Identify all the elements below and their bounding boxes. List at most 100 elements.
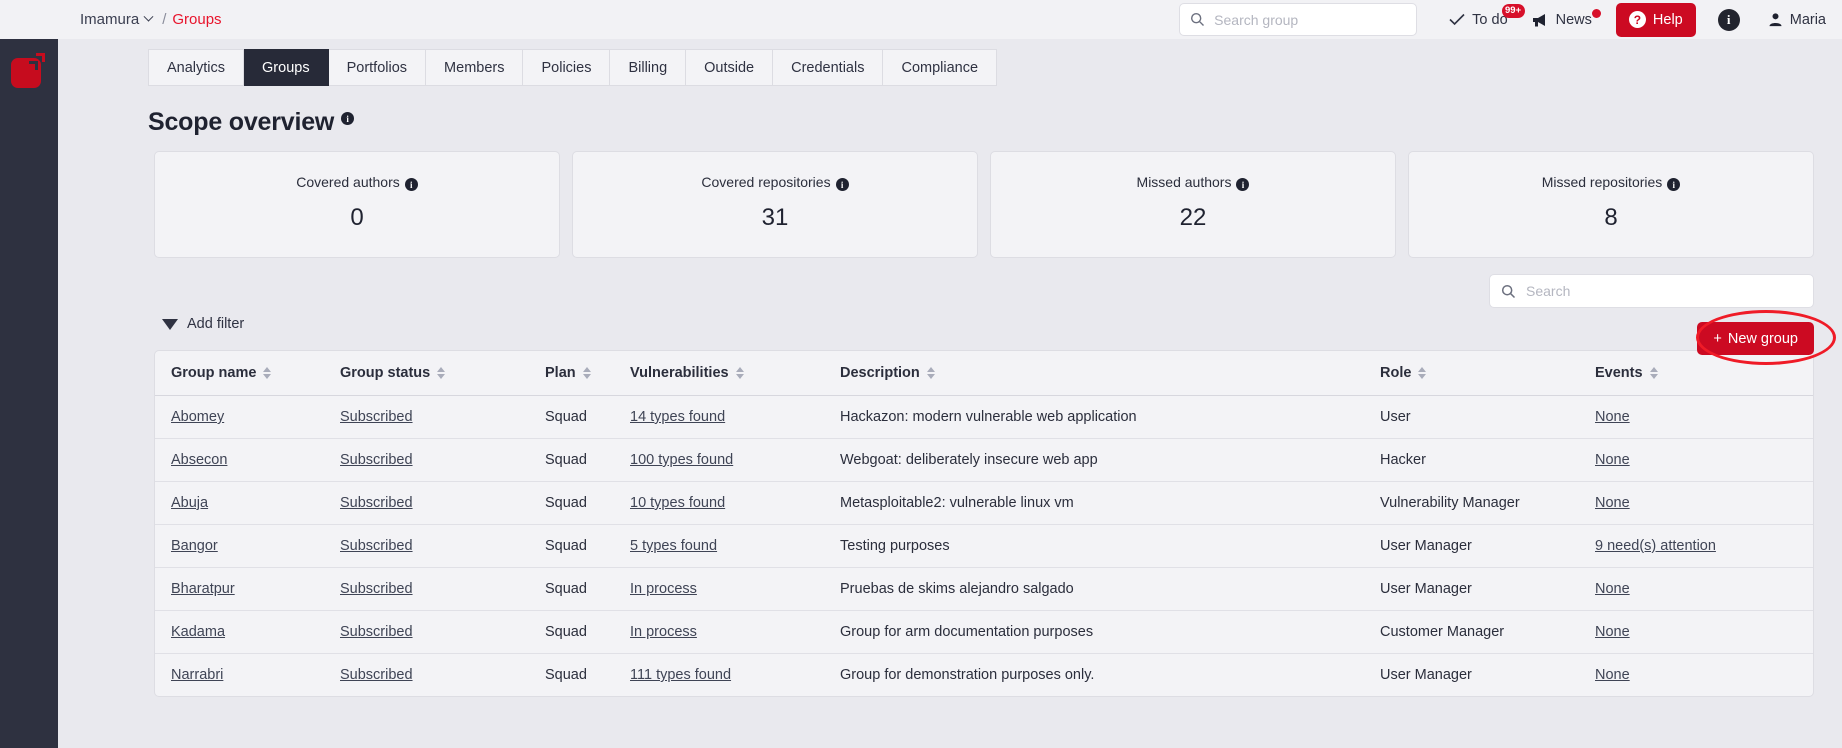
- cell-group-status: Subscribed: [340, 654, 545, 697]
- info-icon[interactable]: i: [836, 178, 849, 191]
- group-name-link[interactable]: Narrabri: [171, 667, 223, 683]
- vulnerabilities-link[interactable]: 10 types found: [630, 495, 725, 511]
- col-header-vulnerabilities[interactable]: Vulnerabilities: [630, 351, 840, 396]
- page-title: Scope overview: [148, 108, 334, 137]
- logo-corner-outer-icon: [36, 53, 45, 62]
- vulnerabilities-link[interactable]: 5 types found: [630, 538, 717, 554]
- cell-role: User: [1380, 396, 1595, 439]
- group-status-link[interactable]: Subscribed: [340, 581, 413, 597]
- card-label: Missed repositories: [1542, 174, 1663, 190]
- vulnerabilities-link[interactable]: 14 types found: [630, 409, 725, 425]
- group-status-link[interactable]: Subscribed: [340, 624, 413, 640]
- search-icon: [1501, 284, 1516, 299]
- chevron-down-icon: [144, 12, 154, 22]
- events-link[interactable]: None: [1595, 667, 1630, 683]
- group-name-link[interactable]: Abuja: [171, 495, 208, 511]
- group-name-link[interactable]: Kadama: [171, 624, 225, 640]
- tab-credentials[interactable]: Credentials: [773, 49, 883, 86]
- tab-policies[interactable]: Policies: [523, 49, 610, 86]
- group-status-link[interactable]: Subscribed: [340, 409, 413, 425]
- help-button[interactable]: ? Help: [1616, 3, 1696, 37]
- col-header-role[interactable]: Role: [1380, 351, 1595, 396]
- todo-button[interactable]: To do 99+: [1449, 12, 1507, 28]
- vulnerabilities-link[interactable]: 100 types found: [630, 452, 733, 468]
- tab-compliance[interactable]: Compliance: [883, 49, 997, 86]
- group-status-link[interactable]: Subscribed: [340, 495, 413, 511]
- events-link[interactable]: None: [1595, 409, 1630, 425]
- col-header-description[interactable]: Description: [840, 351, 1380, 396]
- cell-group-name: Narrabri: [155, 654, 340, 697]
- events-link[interactable]: None: [1595, 495, 1630, 511]
- table-search-box[interactable]: Search: [1489, 274, 1814, 308]
- vulnerabilities-link[interactable]: In process: [630, 581, 697, 597]
- app-logo[interactable]: [11, 51, 48, 88]
- sort-icon[interactable]: [736, 367, 744, 379]
- breadcrumb-org-selector[interactable]: Imamura: [80, 11, 152, 28]
- info-icon[interactable]: i: [1236, 178, 1249, 191]
- group-status-link[interactable]: Subscribed: [340, 452, 413, 468]
- cell-group-status: Subscribed: [340, 482, 545, 525]
- vulnerabilities-link[interactable]: In process: [630, 624, 697, 640]
- todo-badge: 99+: [1502, 4, 1525, 19]
- left-rail: [0, 0, 58, 748]
- table-toolbar: Search Add filter + New group: [154, 258, 1842, 350]
- megaphone-icon: [1532, 13, 1549, 27]
- col-header-group-name[interactable]: Group name: [155, 351, 340, 396]
- sort-icon[interactable]: [1418, 367, 1426, 379]
- card-value: 0: [350, 204, 363, 232]
- new-group-button[interactable]: + New group: [1697, 322, 1814, 355]
- tab-outside[interactable]: Outside: [686, 49, 773, 86]
- info-icon[interactable]: i: [1718, 9, 1740, 31]
- tab-label: Members: [444, 60, 504, 76]
- cell-events: None: [1595, 611, 1813, 654]
- events-link[interactable]: None: [1595, 624, 1630, 640]
- card-missed-authors: Missed authors i 22: [990, 151, 1396, 258]
- group-name-link[interactable]: Bharatpur: [171, 581, 235, 597]
- group-status-link[interactable]: Subscribed: [340, 538, 413, 554]
- events-link[interactable]: 9 need(s) attention: [1595, 538, 1716, 554]
- group-status-link[interactable]: Subscribed: [340, 667, 413, 683]
- events-link[interactable]: None: [1595, 581, 1630, 597]
- events-link[interactable]: None: [1595, 452, 1630, 468]
- question-mark-icon: ?: [1629, 11, 1646, 28]
- page-title-row: Scope overview i: [148, 108, 1842, 137]
- col-header-events[interactable]: Events: [1595, 351, 1813, 396]
- col-label: Plan: [545, 365, 576, 381]
- tab-billing[interactable]: Billing: [610, 49, 686, 86]
- card-covered-authors: Covered authors i 0: [154, 151, 560, 258]
- cell-vulnerabilities: 14 types found: [630, 396, 840, 439]
- sort-icon[interactable]: [437, 367, 445, 379]
- cell-events: None: [1595, 439, 1813, 482]
- user-name-label: Maria: [1790, 12, 1826, 28]
- search-icon: [1190, 12, 1205, 27]
- news-button[interactable]: News: [1532, 12, 1592, 28]
- card-label-row: Missed authors i: [1137, 174, 1250, 191]
- cell-group-status: Subscribed: [340, 525, 545, 568]
- group-name-link[interactable]: Absecon: [171, 452, 227, 468]
- group-name-link[interactable]: Abomey: [171, 409, 224, 425]
- sort-icon[interactable]: [583, 367, 591, 379]
- table-row: Bangor Subscribed Squad 5 types found Te…: [155, 525, 1813, 568]
- user-menu[interactable]: Maria: [1768, 12, 1826, 28]
- sort-icon[interactable]: [927, 367, 935, 379]
- group-name-link[interactable]: Bangor: [171, 538, 218, 554]
- card-value: 31: [762, 204, 789, 232]
- scope-overview-info-icon[interactable]: i: [341, 112, 354, 125]
- global-search-box[interactable]: Search group: [1179, 3, 1417, 36]
- tab-members[interactable]: Members: [426, 49, 523, 86]
- sort-icon[interactable]: [1650, 367, 1658, 379]
- vulnerabilities-link[interactable]: 111 types found: [630, 667, 731, 683]
- info-icon[interactable]: i: [405, 178, 418, 191]
- user-avatar-icon: [1768, 12, 1783, 27]
- tab-portfolios[interactable]: Portfolios: [329, 49, 426, 86]
- breadcrumb-current[interactable]: Groups: [172, 11, 221, 28]
- col-header-group-status[interactable]: Group status: [340, 351, 545, 396]
- sort-icon[interactable]: [263, 367, 271, 379]
- info-icon[interactable]: i: [1667, 178, 1680, 191]
- news-notification-dot: [1592, 9, 1601, 18]
- main-column: Imamura / Groups Search group: [58, 0, 1842, 748]
- tab-groups[interactable]: Groups: [244, 49, 329, 86]
- add-filter-button[interactable]: Add filter: [162, 316, 244, 332]
- col-header-plan[interactable]: Plan: [545, 351, 630, 396]
- tab-analytics[interactable]: Analytics: [148, 49, 244, 86]
